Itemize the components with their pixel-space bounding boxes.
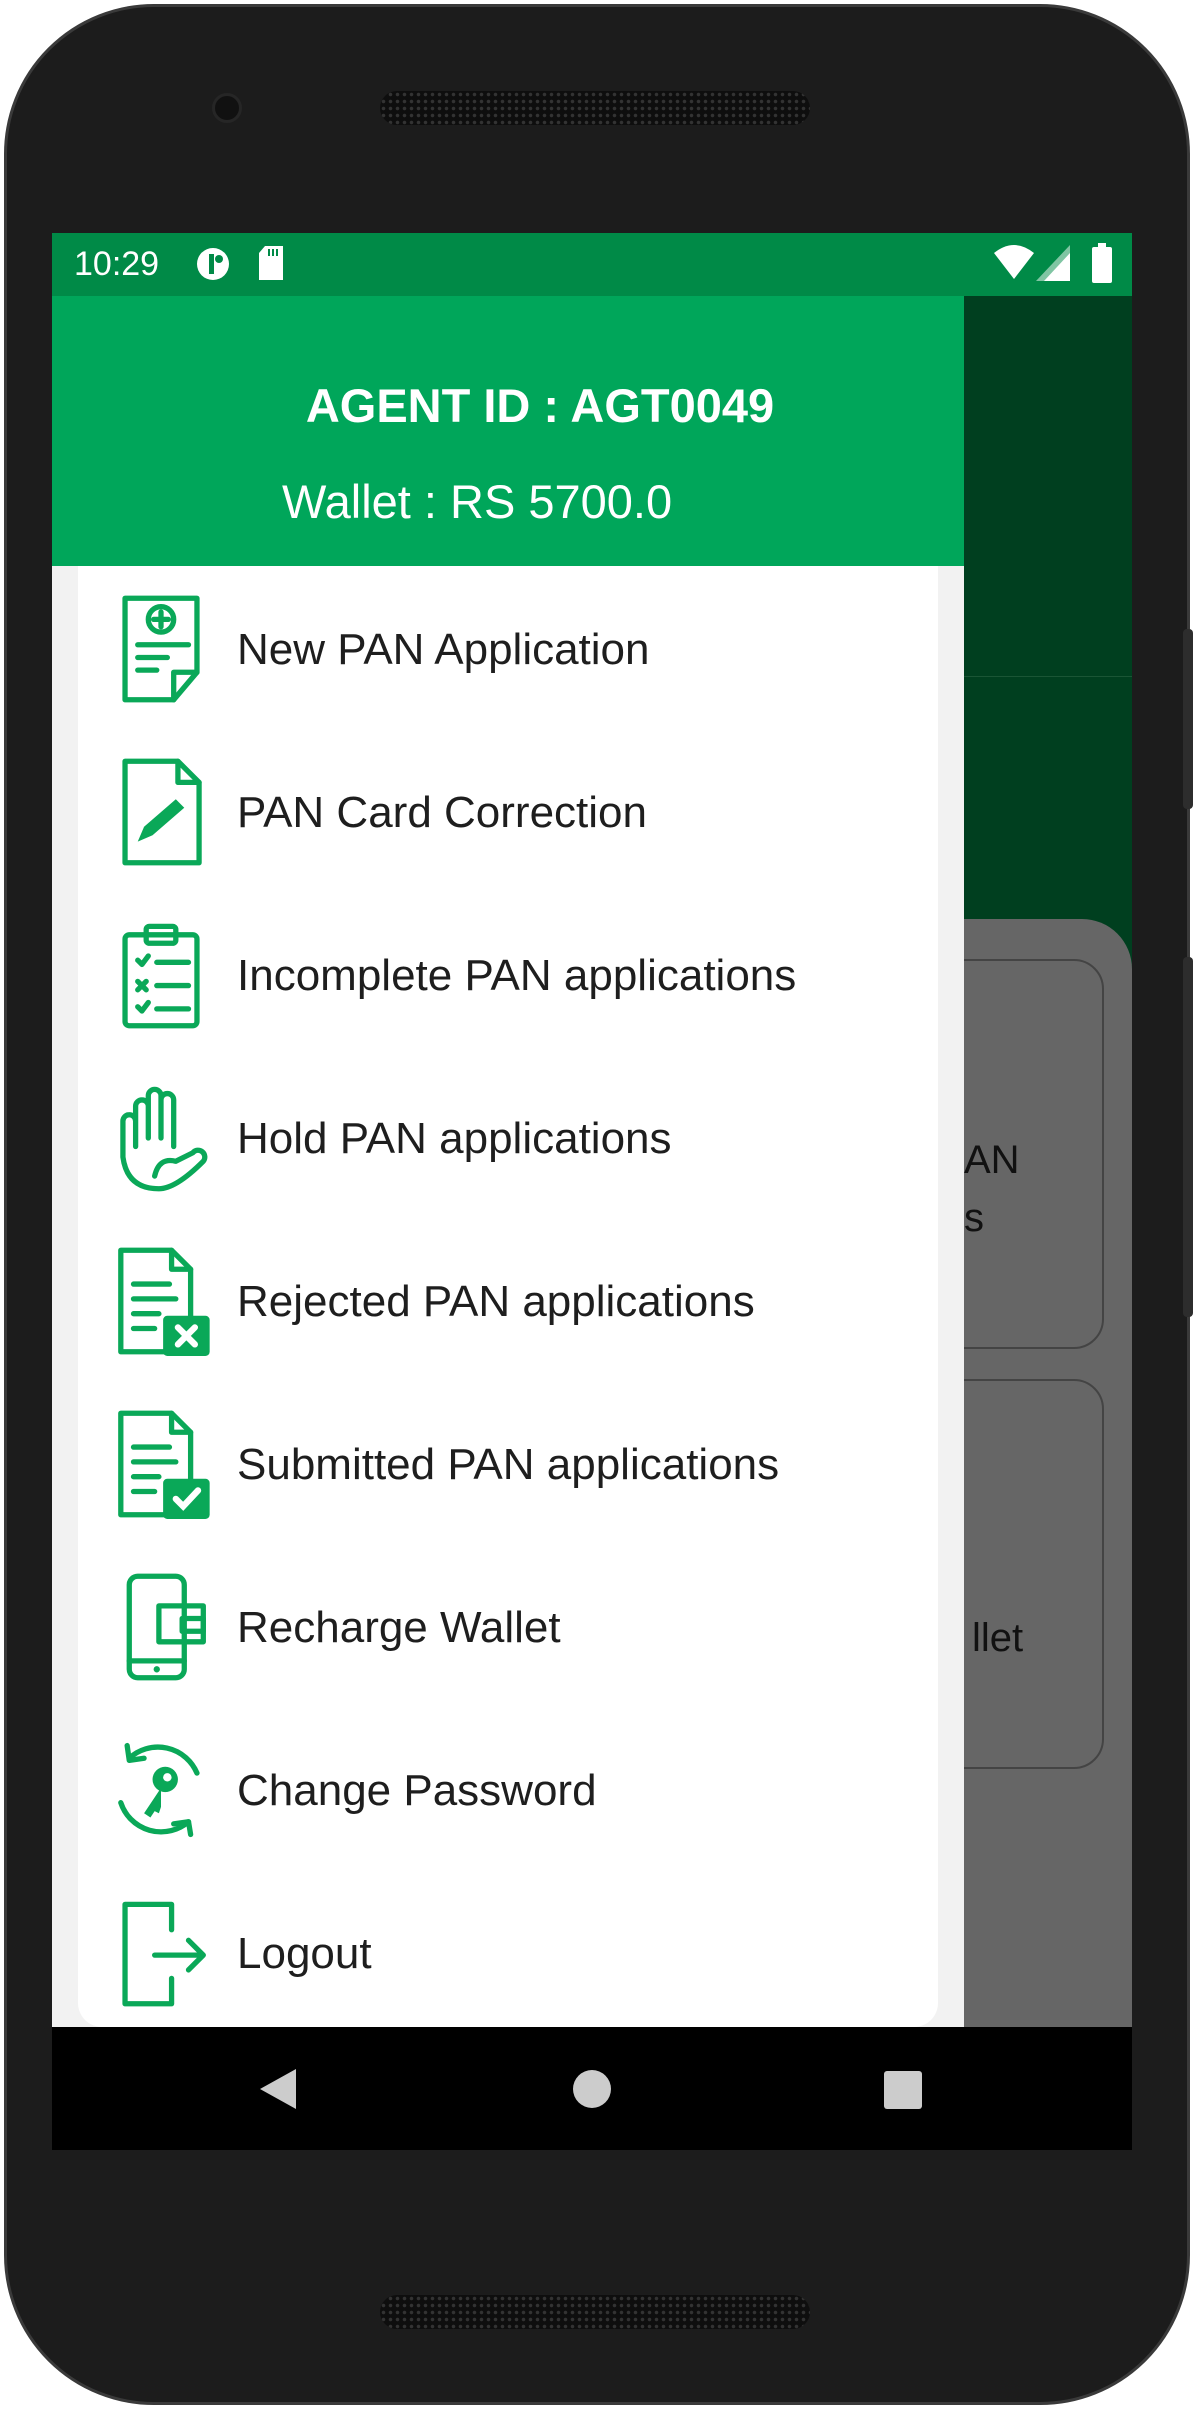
wifi-icon [994, 245, 1034, 279]
screen: AN s llet 10:29 AGENT ID : AGT0049 Walle… [52, 233, 1132, 2150]
menu-item-recharge-wallet[interactable]: Recharge Wallet [78, 1546, 938, 1709]
battery-icon [1092, 243, 1112, 283]
drawer-menu: New PAN Application PAN Card Correction In… [78, 566, 938, 2027]
menu-item-hold-pan-applications[interactable]: Hold PAN applications [78, 1057, 938, 1220]
card-label: s [964, 1196, 984, 1240]
menu-item-submitted-pan-applications[interactable]: Submitted PAN applications [78, 1383, 938, 1546]
new-document-icon [122, 595, 200, 703]
wallet-balance: Wallet : RS 5700.0 [282, 475, 673, 528]
bottom-speaker [380, 2295, 810, 2329]
edit-document-icon [122, 758, 202, 866]
volume-button[interactable] [1183, 957, 1193, 1317]
menu-item-logout[interactable]: Logout [78, 1872, 938, 2035]
menu-item-change-password[interactable]: Change Password [78, 1709, 938, 1872]
card-label: AN [964, 1138, 1020, 1182]
menu-item-new-pan-application[interactable]: New PAN Application [78, 568, 938, 731]
home-icon[interactable] [572, 2069, 612, 2109]
power-button[interactable] [1183, 629, 1193, 809]
sd-card-icon [259, 246, 283, 280]
status-bar: 10:29 [52, 233, 1132, 296]
menu-item-incomplete-pan-applications[interactable]: Incomplete PAN applications [78, 894, 938, 1057]
navigation-drawer: AGENT ID : AGT0049 Wallet : RS 5700.0 Ne… [52, 296, 964, 2027]
menu-item-pan-card-correction[interactable]: PAN Card Correction [78, 731, 938, 894]
menu-item-label: Hold PAN applications [237, 1114, 672, 1163]
signal-icon [1036, 245, 1070, 281]
clock: 10:29 [74, 245, 160, 283]
recents-icon[interactable] [884, 2071, 922, 2109]
menu-item-label: Rejected PAN applications [237, 1277, 755, 1326]
menu-item-rejected-pan-applications[interactable]: Rejected PAN applications [78, 1220, 938, 1383]
submitted-document-icon [118, 1410, 210, 1519]
key-refresh-icon [118, 1742, 200, 1838]
card-label: llet [972, 1616, 1024, 1660]
logout-icon [122, 1901, 206, 2007]
mobile-wallet-icon [126, 1573, 206, 1681]
menu-item-label: Logout [237, 1929, 372, 1978]
menu-item-label: Change Password [237, 1766, 597, 1815]
menu-item-label: New PAN Application [237, 625, 650, 674]
drawer-header: AGENT ID : AGT0049 Wallet : RS 5700.0 [52, 296, 964, 566]
front-camera [212, 93, 242, 123]
navigation-bar [52, 2027, 1132, 2150]
back-icon[interactable] [258, 2067, 298, 2111]
menu-item-label: Submitted PAN applications [237, 1440, 780, 1489]
menu-item-label: Incomplete PAN applications [237, 951, 797, 1000]
menu-item-label: PAN Card Correction [237, 788, 647, 837]
top-speaker [380, 91, 810, 125]
checklist-icon [122, 923, 200, 1029]
agent-id: AGENT ID : AGT0049 [305, 379, 775, 432]
rejected-document-icon [118, 1247, 210, 1356]
menu-item-label: Recharge Wallet [237, 1603, 561, 1652]
data-saver-icon [197, 248, 229, 280]
hand-icon [120, 1086, 208, 1192]
